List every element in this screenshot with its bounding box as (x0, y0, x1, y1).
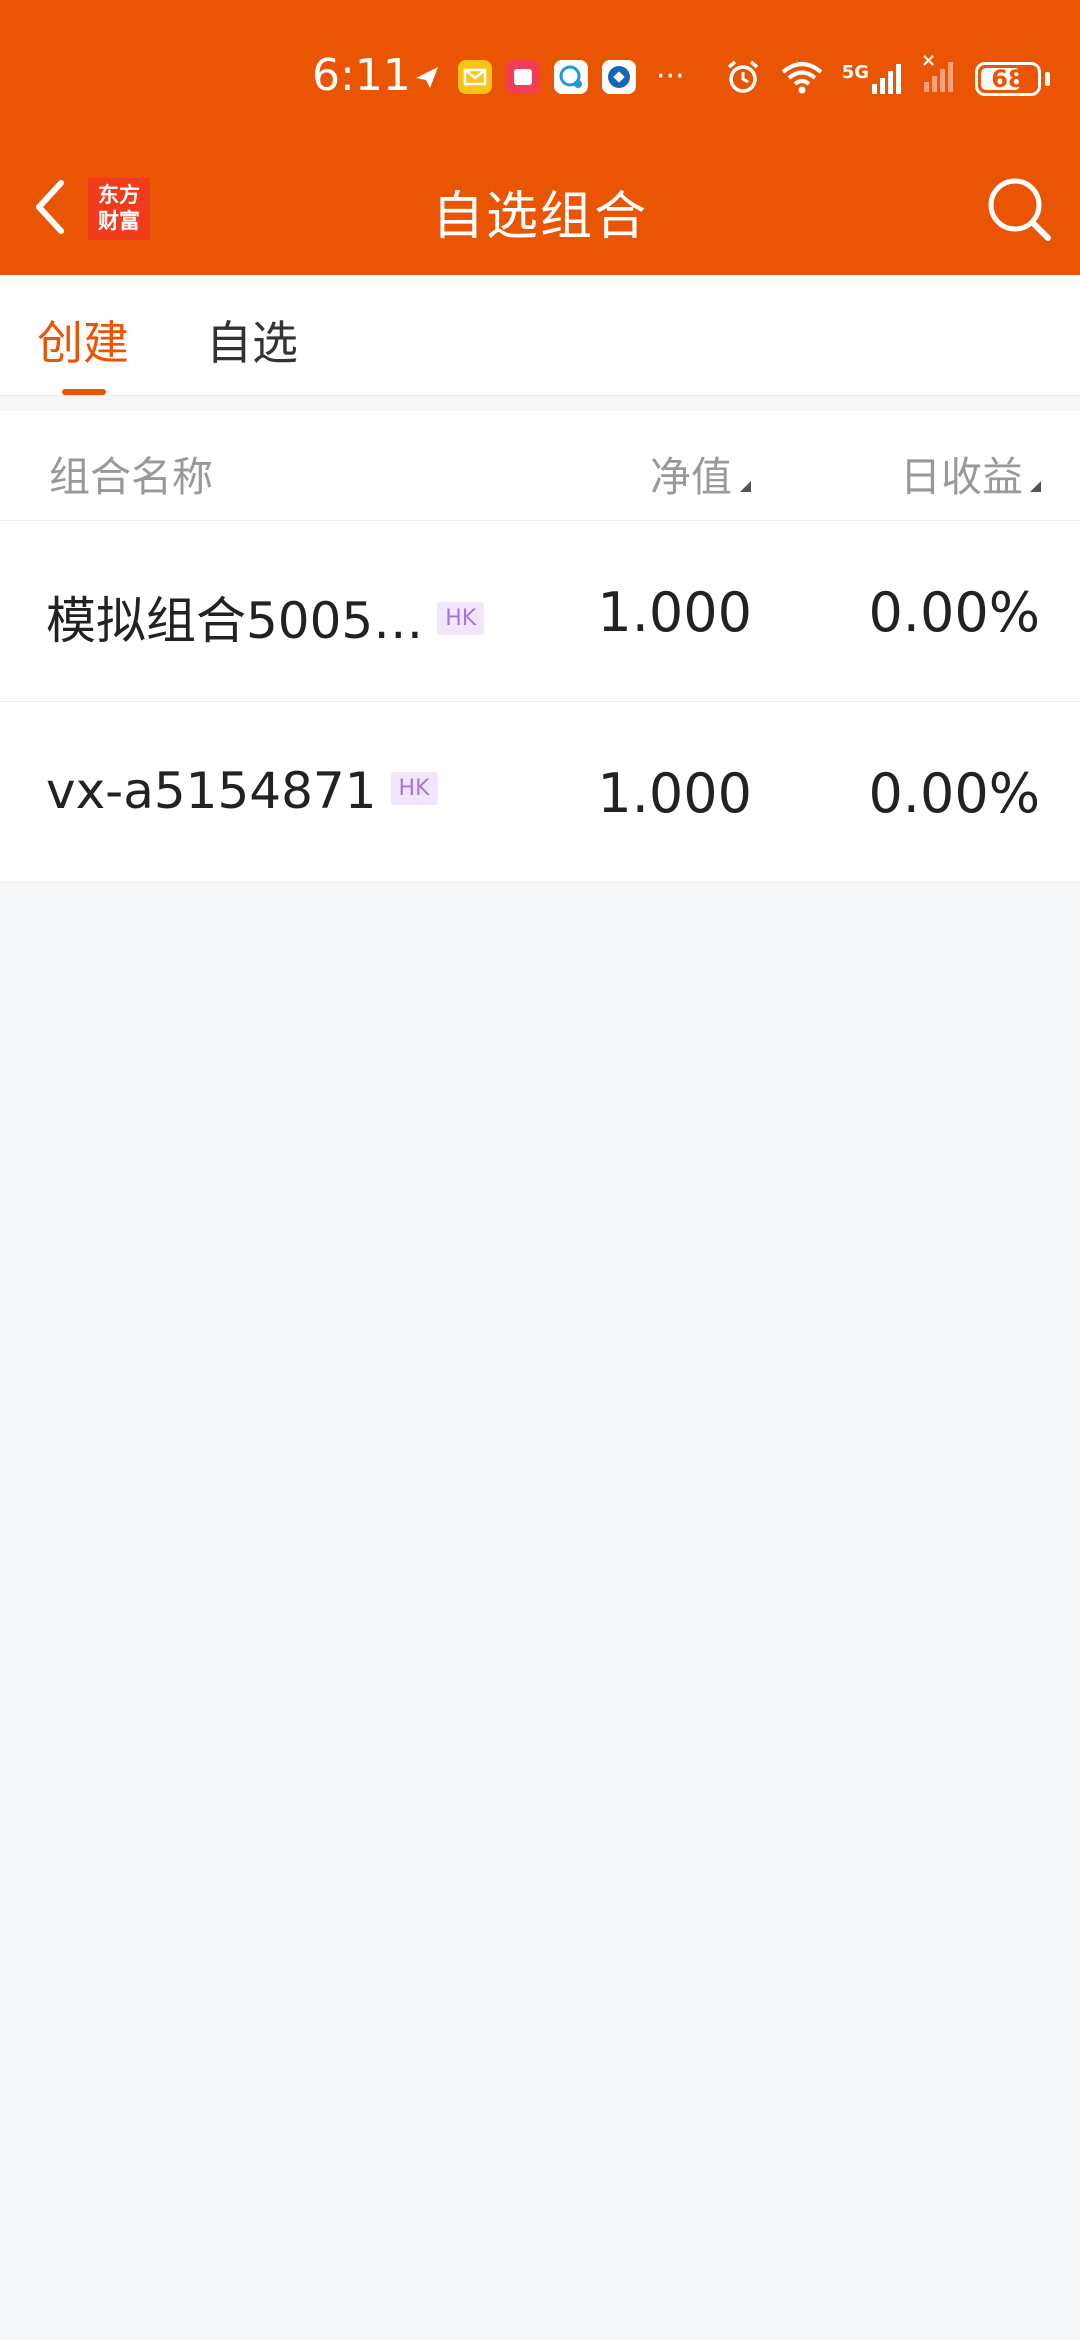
send-icon (410, 60, 444, 94)
nav-bar: 东方 财富 自选组合 (0, 150, 1080, 275)
row-name-cell: vx-a5154871 HK (46, 762, 438, 820)
portfolio-list: 组合名称 净值 日收益 模拟组合5005… HK 1.000 0.00% vx-a… (0, 411, 1080, 883)
red-app-icon (506, 60, 540, 94)
list-header: 组合名称 净值 日收益 (0, 411, 1080, 521)
chat-icon (554, 60, 588, 94)
status-time: 6:11 (312, 50, 411, 101)
daily-return-sort-icon[interactable] (1030, 481, 1041, 492)
search-icon (988, 178, 1051, 241)
market-badge: HK (390, 772, 438, 805)
table-row[interactable]: vx-a5154871 HK 1.000 0.00% (0, 702, 1080, 883)
daily-return-value: 0.00% (868, 581, 1040, 644)
notification-icons: ··· (410, 60, 685, 94)
column-header-nav[interactable]: 净值 (650, 443, 732, 503)
column-header-daily-return[interactable]: 日收益 (900, 443, 1023, 503)
tab-bar: 创建 自选 (0, 275, 1080, 396)
network-type: 5G (841, 62, 869, 83)
nav-sort-icon[interactable] (740, 481, 751, 492)
nav-value: 1.000 (597, 581, 752, 644)
column-header-name: 组合名称 (49, 453, 213, 501)
battery-tip (1045, 72, 1050, 86)
system-icons: 5G × 68 (724, 50, 1050, 100)
wifi-icon (780, 59, 824, 99)
signal-weak-icon: × (921, 50, 957, 98)
nav-value: 1.000 (597, 762, 752, 825)
portfolio-name: 模拟组合5005… (46, 592, 424, 650)
mail-icon (458, 60, 492, 94)
active-tab-indicator (62, 389, 106, 395)
battery-level: 68 (991, 65, 1025, 93)
alarm-icon (724, 58, 762, 100)
page-title: 自选组合 (431, 187, 648, 247)
daily-return-value: 0.00% (868, 762, 1040, 825)
row-name-cell: 模拟组合5005… HK (46, 581, 485, 653)
bank-app-icon (602, 60, 636, 94)
market-badge: HK (437, 602, 485, 635)
table-row[interactable]: 模拟组合5005… HK 1.000 0.00% (0, 521, 1080, 702)
status-bar: 6:11 ··· 5G × 68 (0, 0, 1080, 150)
portfolio-name: vx-a5154871 (46, 762, 377, 820)
tab-create[interactable]: 创建 (37, 307, 129, 373)
signal-5g-icon: 5G (842, 62, 905, 96)
tab-watchlist[interactable]: 自选 (206, 307, 298, 373)
app-header: 6:11 ··· 5G × 68 东方 财富 自选组合 (0, 0, 1080, 275)
more-notifications-icon: ··· (656, 59, 685, 94)
search-button[interactable] (984, 174, 1054, 244)
battery-icon: 68 (975, 62, 1041, 96)
